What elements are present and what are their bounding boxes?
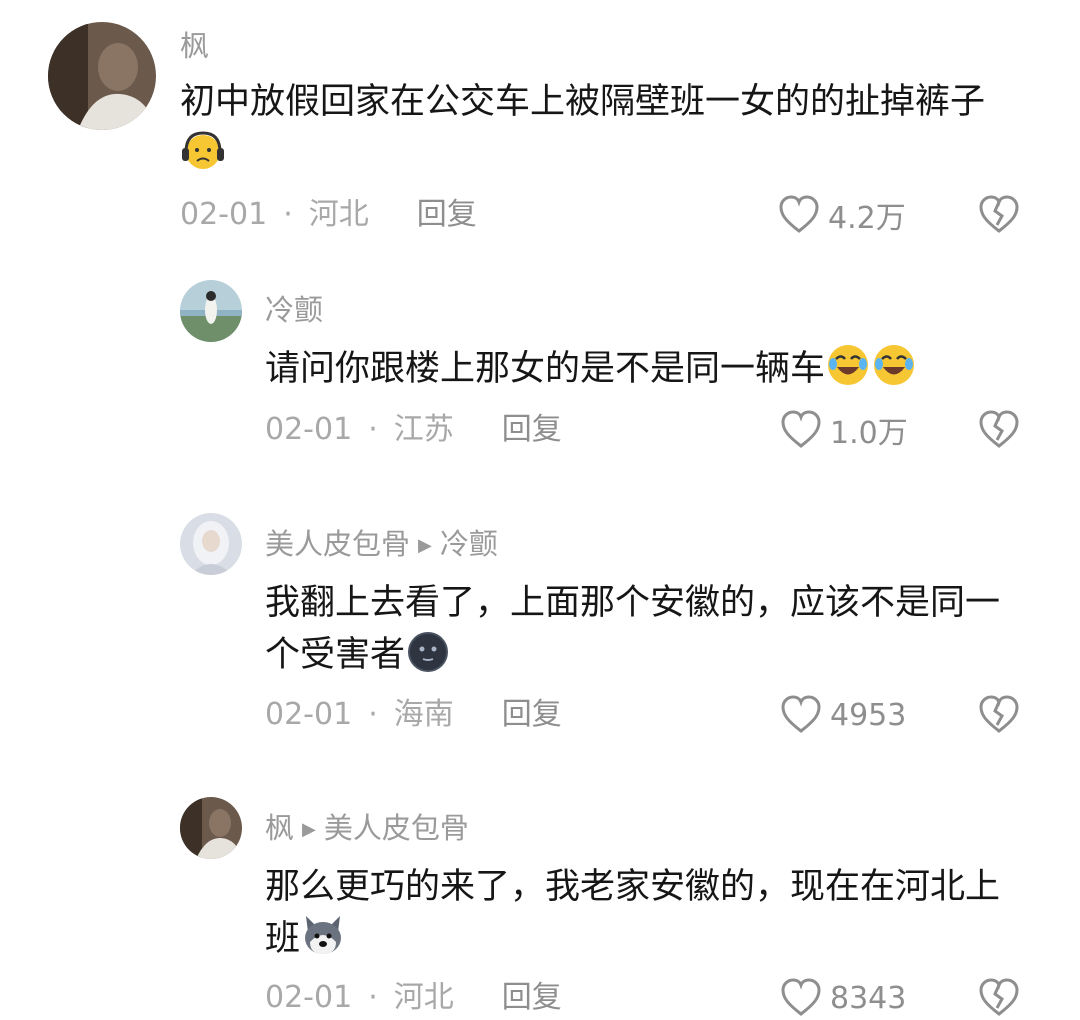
- headphones-sad-emoji: [180, 128, 226, 174]
- dislike-button[interactable]: [978, 195, 1020, 235]
- location: 河北: [393, 980, 454, 1015]
- heart-icon: [779, 195, 819, 233]
- avatar[interactable]: [180, 513, 242, 575]
- like-count: 4.2万: [828, 201, 906, 236]
- username-link[interactable]: 枫: [265, 811, 294, 845]
- date: 02-01: [180, 197, 268, 232]
- reply-to-username[interactable]: 美人皮包骨: [324, 811, 469, 845]
- like-button[interactable]: 1.0万: [780, 408, 908, 452]
- like-count: 1.0万: [830, 416, 908, 451]
- reply-to-username[interactable]: 冷颤: [440, 527, 498, 561]
- avatar[interactable]: [180, 797, 242, 859]
- husky-dog-emoji: [300, 912, 346, 958]
- dislike-button[interactable]: [978, 978, 1020, 1018]
- location: 江苏: [393, 412, 454, 447]
- broken-heart-icon: [979, 195, 1019, 233]
- reply-button[interactable]: 回复: [502, 978, 562, 1018]
- reply-button[interactable]: 回复: [417, 195, 477, 235]
- username: 枫 ▶ 美人皮包骨: [265, 810, 469, 848]
- like-button[interactable]: 4.2万: [778, 193, 906, 237]
- separator-dot: ·: [283, 197, 293, 232]
- like-button[interactable]: 4953: [780, 693, 906, 737]
- date: 02-01: [265, 412, 353, 447]
- reply-button[interactable]: 回复: [502, 695, 562, 735]
- broken-heart-icon: [979, 978, 1019, 1016]
- heart-icon: [781, 978, 821, 1016]
- comment-meta: 02-01 · 河北 回复: [180, 195, 477, 235]
- comment-text: 那么更巧的来了，我老家安徽的，现在在河北上: [265, 867, 1001, 907]
- comment-text-line2: [180, 128, 226, 182]
- reply-button[interactable]: 回复: [502, 410, 562, 450]
- broken-heart-icon: [979, 695, 1019, 733]
- comment-text-line2: 班: [265, 912, 346, 966]
- avatar[interactable]: [48, 22, 156, 130]
- separator-dot: ·: [368, 980, 378, 1015]
- location: 河北: [308, 197, 369, 232]
- comment-meta: 02-01 · 河北 回复: [265, 978, 562, 1018]
- separator-dot: ·: [368, 412, 378, 447]
- comment-meta: 02-01 · 江苏 回复: [265, 410, 562, 450]
- like-button[interactable]: 8343: [780, 976, 906, 1020]
- avatar[interactable]: [180, 280, 242, 342]
- broken-heart-icon: [979, 410, 1019, 448]
- username[interactable]: 冷颤: [265, 292, 323, 328]
- comment-text-line2: 个受害者: [265, 628, 451, 682]
- reply-arrow-icon: ▶: [418, 535, 432, 556]
- laugh-cry-emoji: [871, 342, 917, 388]
- reply-arrow-icon: ▶: [302, 819, 316, 840]
- like-count: 4953: [830, 697, 907, 733]
- separator-dot: ·: [368, 697, 378, 732]
- like-count: 8343: [830, 980, 907, 1016]
- comment-meta: 02-01 · 海南 回复: [265, 695, 562, 735]
- username: 美人皮包骨 ▶ 冷颤: [265, 526, 498, 564]
- heart-icon: [781, 695, 821, 733]
- dislike-button[interactable]: [978, 695, 1020, 735]
- laugh-cry-emoji: [825, 342, 871, 388]
- location: 海南: [393, 697, 454, 732]
- comment-text: 初中放假回家在公交车上被隔壁班一女的的扯掉裤子: [180, 82, 986, 122]
- dislike-button[interactable]: [978, 410, 1020, 450]
- date: 02-01: [265, 697, 353, 732]
- heart-icon: [781, 410, 821, 448]
- dark-face-emoji: [405, 628, 451, 674]
- username-link[interactable]: 美人皮包骨: [265, 527, 410, 561]
- username[interactable]: 枫: [180, 28, 209, 64]
- date: 02-01: [265, 980, 353, 1015]
- comment-text: 请问你跟楼上那女的是不是同一辆车: [265, 342, 917, 396]
- comment-text: 我翻上去看了，上面那个安徽的，应该不是同一: [265, 583, 1001, 623]
